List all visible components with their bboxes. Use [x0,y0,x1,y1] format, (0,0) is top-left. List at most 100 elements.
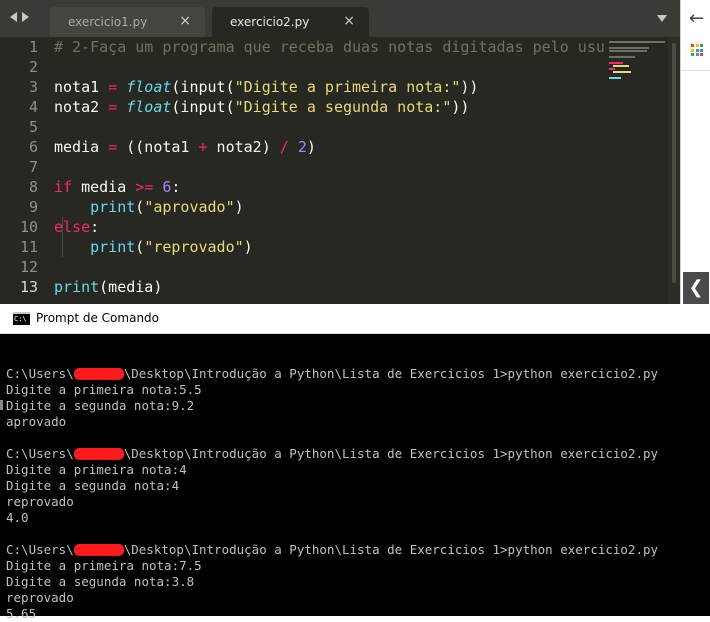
path-prefix: C:\Users\ [6,446,74,461]
apps-dot [700,44,703,47]
line-number: 11 [19,238,38,256]
code-token: ) [243,238,253,256]
line-number: 3 [28,78,38,96]
code-token: "aprovado" [144,198,235,216]
code-token: = [108,78,118,96]
code-line[interactable]: # 2-Faça um programa que receba duas not… [54,37,606,57]
code-token: print [90,238,136,256]
line-number: 10 [19,218,38,236]
apps-grid-icon[interactable] [691,44,703,56]
tab-nav-right-icon[interactable] [22,12,29,22]
line-number: 12 [19,258,38,276]
apps-dot [691,53,694,56]
apps-dot [695,48,699,52]
code-token: float [126,98,172,116]
minimap-line [609,62,623,64]
terminal-icon: C:\ [13,312,30,325]
code-line[interactable]: print(media) [54,277,606,297]
minimap-line [609,56,635,58]
code-line[interactable]: if media >= 6: [54,177,606,197]
code-token: "Digite a segunda nota:" [234,98,452,116]
path-prefix: C:\Users\ [6,366,74,381]
code-line[interactable]: print("reprovado") [54,237,606,257]
terminal-line: Digite a primeira nota:4 [6,462,187,477]
terminal-line: 5.65 [6,606,37,621]
code-line[interactable]: else: [54,217,606,237]
terminal-line: reprovado [6,590,74,605]
line-number: 1 [28,38,38,56]
code-token: )) [451,98,470,116]
terminal-line: aprovado [6,414,67,429]
window-titlebar[interactable]: C:\ Prompt de Comando [0,304,710,334]
code-token: if [54,178,73,196]
code-token: ) [234,198,244,216]
code-line[interactable]: nota2 = float(input("Digite a segunda no… [54,97,606,117]
minimap-line [609,47,649,49]
code-token: print [90,198,136,216]
vertical-scrollbar[interactable] [668,37,680,304]
chevron-down-icon[interactable] [657,15,667,22]
minimap-line [613,71,631,73]
apps-dot [700,48,703,52]
tab-exercicio2[interactable]: exercicio2.py × [212,7,369,37]
tab-exercicio1[interactable]: exercicio1.py × [50,7,205,37]
terminal-line: Digite a segunda nota:3.8 [6,574,195,589]
redacted-username [73,544,124,556]
code-token: (input( [171,78,235,96]
apps-dot [691,44,694,47]
code-line[interactable] [54,117,606,137]
code-token: (media) [99,278,163,296]
chevron-left-icon: ❮ [688,277,704,298]
collapse-button[interactable]: ❮ [683,272,709,304]
code-token: ((nota1 [117,138,199,156]
apps-dot [700,53,703,56]
code-line[interactable]: nota1 = float(input("Digite a primeira n… [54,77,606,97]
browser-side-strip: ← ❮ [680,0,710,304]
apps-dot [691,48,694,52]
line-number: 6 [28,138,38,156]
path-suffix: \Desktop\Introdução a Python\Lista de Ex… [123,446,659,461]
tab-nav-left-icon[interactable] [10,12,17,22]
indent-guide [62,217,63,237]
terminal-line: Digite a primeira nota:5.5 [6,382,202,397]
code-token: media [72,178,136,196]
close-icon[interactable]: × [179,13,191,29]
code-line[interactable]: media = ((nota1 + nota2) / 2) [54,137,606,157]
code-token: ) [306,138,316,156]
command-prompt-window[interactable]: C:\ Prompt de Comando C:\Users\ \Desktop\… [0,304,710,621]
code-area[interactable]: # 2-Faça um programa que receba duas not… [54,37,606,297]
code-editor[interactable]: exercicio1.py × exercicio2.py × 12345678… [0,0,680,304]
line-number: 8 [28,178,38,196]
back-arrow-icon[interactable]: ← [689,8,704,29]
code-token: ( [135,238,145,256]
terminal-line: Digite a primeira nota:7.5 [6,558,202,573]
line-number: 5 [28,118,38,136]
line-number: 2 [28,58,38,76]
path-suffix: \Desktop\Introdução a Python\Lista de Ex… [123,366,659,381]
code-line[interactable] [54,157,606,177]
path-suffix: \Desktop\Introdução a Python\Lista de Ex… [123,542,659,557]
close-icon[interactable]: × [343,13,355,29]
code-line[interactable]: print("aprovado") [54,197,606,217]
code-line[interactable] [54,57,606,77]
terminal-output[interactable]: C:\Users\ \Desktop\Introdução a Python\Li… [6,350,706,622]
code-line[interactable] [54,257,606,277]
code-token: : [90,218,100,236]
code-token: else [54,218,91,236]
code-token: 2 [297,138,307,156]
redacted-username [73,368,124,380]
apps-dot [695,44,699,47]
minimap[interactable] [606,37,668,304]
code-token: / [279,138,289,156]
minimap-line [609,77,621,79]
code-token: )) [460,78,479,96]
apps-dot [695,53,699,56]
scrollbar-thumb[interactable] [672,43,676,283]
tab-label: exercicio2.py [230,15,310,29]
terminal-line: Digite a segunda nota:4 [6,478,180,493]
